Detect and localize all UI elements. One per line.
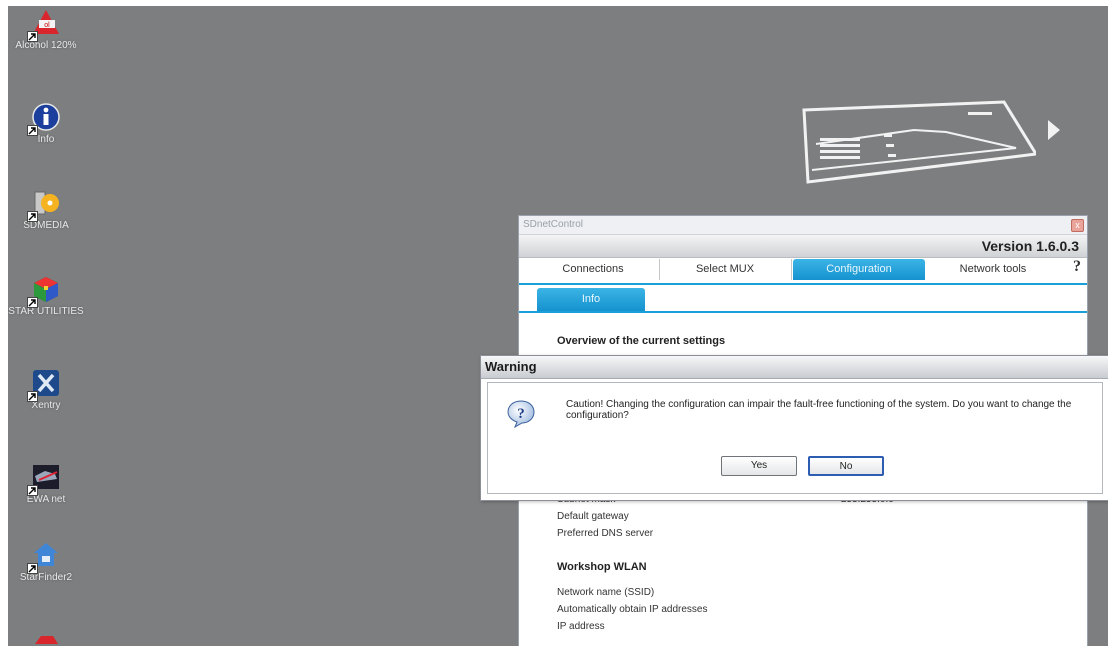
desktop-icon-partial[interactable] <box>8 628 86 646</box>
desktop-icon-label: Xentry <box>31 400 61 411</box>
warning-dialog: Warning ? Caution! Changing the configur… <box>480 355 1108 501</box>
version-bar: Version 1.6.0.3 <box>519 235 1087 258</box>
main-tabs: Connections Select MUX Configuration Net… <box>519 258 1087 285</box>
desktop-icon-starfinder2[interactable]: StarFinder2 <box>8 540 86 583</box>
default-gateway-label: Default gateway <box>557 511 629 522</box>
help-icon[interactable]: ? <box>1073 258 1081 276</box>
car-icon <box>31 628 61 646</box>
alcohol-icon: ol <box>27 8 61 42</box>
tab-network-tools[interactable]: Network tools <box>927 259 1059 280</box>
play-arrow-icon <box>1048 120 1060 140</box>
warning-titlebar[interactable]: Warning <box>481 356 1108 379</box>
warning-body: ? Caution! Changing the configuration ca… <box>487 382 1103 494</box>
shortcut-arrow-icon <box>27 563 38 574</box>
tab-select-mux[interactable]: Select MUX <box>659 259 792 280</box>
tab-connections[interactable]: Connections <box>527 259 660 280</box>
desktop-icon-label: STAR UTILITIES <box>8 306 84 317</box>
desktop-icon-label: Info <box>37 134 55 145</box>
desktop-icon-label: EWA net <box>26 494 66 505</box>
tab-configuration[interactable]: Configuration <box>793 259 925 280</box>
desktop-icon-label: SDMEDIA <box>23 220 69 231</box>
desktop-icon-label: StarFinder2 <box>19 572 73 583</box>
shortcut-arrow-icon <box>27 391 38 402</box>
desktop-icon-label: Alcohol 120% <box>15 40 77 51</box>
version-label: Version 1.6.0.3 <box>981 238 1079 254</box>
question-icon: ? <box>507 400 535 429</box>
svg-text:?: ? <box>517 406 525 422</box>
shortcut-arrow-icon <box>27 211 38 222</box>
desktop-icon-ewa-net[interactable]: EWA net <box>8 462 86 505</box>
shortcut-arrow-icon <box>27 485 38 496</box>
sdnet-titlebar[interactable]: SDnetControl x <box>519 216 1087 235</box>
xentry-icon <box>27 368 61 402</box>
network-name-label: Network name (SSID) <box>557 587 655 598</box>
subtab-info[interactable]: Info <box>537 288 645 311</box>
no-button[interactable]: No <box>808 456 884 476</box>
sdnet-window-title: SDnetControl <box>523 219 584 230</box>
warning-message: Caution! Changing the configuration can … <box>566 399 1072 421</box>
shortcut-arrow-icon <box>27 31 38 42</box>
star-utilities-icon <box>27 274 61 308</box>
shortcut-arrow-icon <box>27 125 38 136</box>
desktop-icon-sdmedia[interactable]: SDMEDIA <box>8 188 86 231</box>
starfinder-icon <box>27 540 61 574</box>
auto-ip-label: Automatically obtain IP addresses <box>557 604 708 615</box>
desktop-icon-info[interactable]: Info <box>8 102 86 145</box>
shortcut-arrow-icon <box>27 297 38 308</box>
sub-tabs: Info <box>519 285 1087 313</box>
warning-title: Warning <box>485 359 537 374</box>
alcohol-badge-text: ol <box>44 22 50 29</box>
info-icon <box>27 102 61 136</box>
preferred-dns-label: Preferred DNS server <box>557 528 654 539</box>
ip-address-label: IP address <box>557 621 605 632</box>
desktop-icon-alcohol120[interactable]: ol Alcohol 120% <box>8 8 86 51</box>
ewa-net-icon <box>27 462 61 496</box>
desktop-icon-star-utilities[interactable]: STAR UTILITIES <box>8 274 86 317</box>
workshop-wlan-heading: Workshop WLAN <box>557 561 647 573</box>
close-icon[interactable]: x <box>1071 219 1084 232</box>
desktop-icon-xentry[interactable]: Xentry <box>8 368 86 411</box>
keyboard-illustration-icon <box>802 100 1036 184</box>
overview-heading: Overview of the current settings <box>557 335 726 347</box>
desktop: ol Alcohol 120% Info SDMEDIA STAR UTILIT… <box>8 6 1108 646</box>
sdmedia-icon <box>27 188 61 222</box>
yes-button[interactable]: Yes <box>721 456 797 476</box>
